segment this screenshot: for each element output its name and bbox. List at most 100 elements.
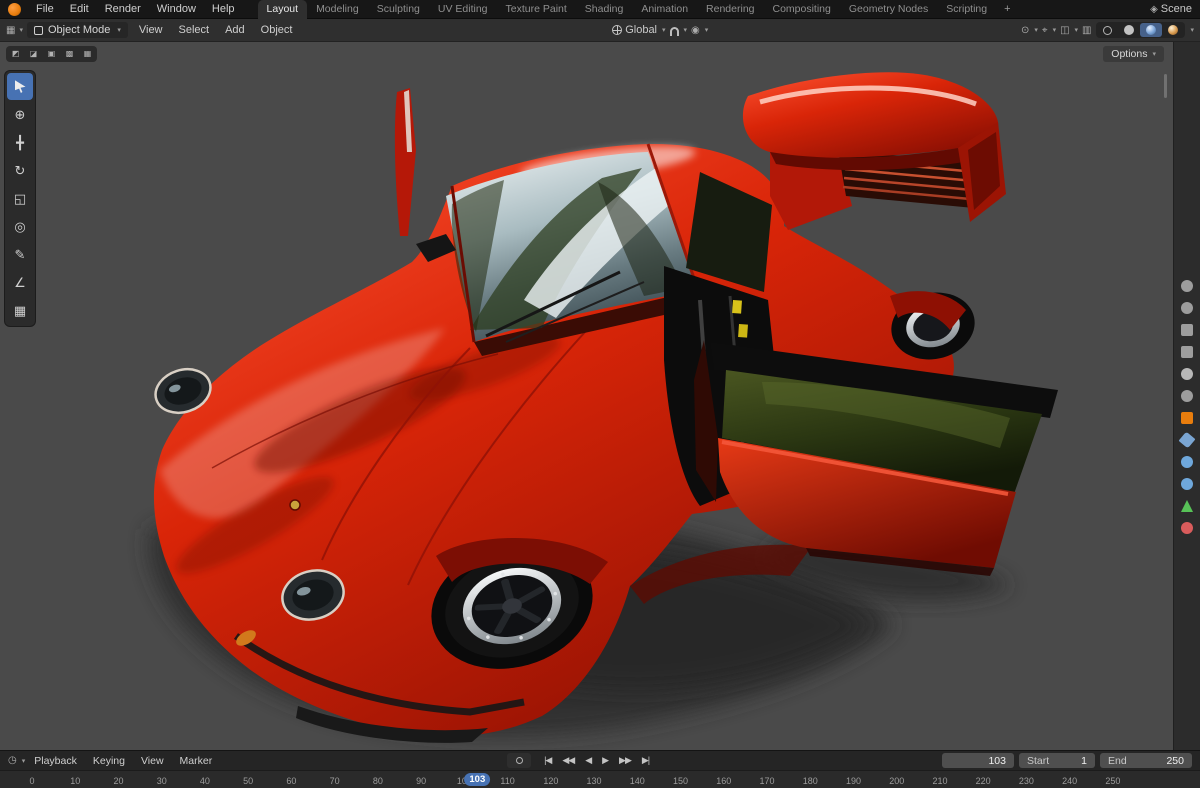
properties-tab-icon (1181, 478, 1193, 490)
viewport-menu-item[interactable]: Add (218, 21, 252, 40)
timeline-menu-item[interactable]: Playback (27, 751, 84, 770)
workspace-tab[interactable]: Layout (257, 0, 308, 19)
shading-dropdown[interactable]: ▾ (1189, 26, 1195, 34)
select-mode-toggle-4[interactable]: ▩ (61, 47, 78, 61)
tool-move[interactable]: ╋ (7, 129, 33, 156)
viewport-menu-item[interactable]: Select (172, 21, 217, 40)
workspace-tab[interactable]: UV Editing (429, 0, 497, 19)
workspace-tab[interactable]: Scripting (937, 0, 996, 19)
timeline-editor-selector[interactable]: ◷ ▾ (8, 755, 25, 766)
topbar-menu-item[interactable]: File (29, 0, 61, 19)
mode-selector[interactable]: Object Mode ▾ (26, 22, 128, 38)
solid[interactable] (1118, 23, 1140, 37)
workspace-tab[interactable]: Rendering (697, 0, 763, 19)
frame-start-field[interactable]: Start 1 (1019, 753, 1095, 768)
tool-props-tab[interactable] (1181, 280, 1193, 292)
tool-icon: ↻ (14, 162, 26, 178)
timeline-menu-item[interactable]: Marker (173, 751, 220, 770)
timeline-menu-item[interactable]: Keying (86, 751, 132, 770)
tool-add-cube[interactable]: ▦ (7, 297, 33, 324)
topbar-menu-item[interactable]: Help (205, 0, 242, 19)
tool-cursor[interactable]: ⊕ (7, 101, 33, 128)
play-button[interactable]: ▶ (597, 754, 613, 767)
properties-tab-icon (1181, 500, 1193, 512)
viewport-menus: View Select Add Object (132, 21, 300, 40)
transform-orientation-dropdown[interactable]: Global ▾ (612, 24, 666, 36)
workspace-tab[interactable]: Compositing (764, 0, 840, 19)
physics-props-tab[interactable] (1181, 478, 1193, 490)
topbar-menu-item[interactable]: Edit (63, 0, 96, 19)
tool-scale[interactable]: ◱ (7, 185, 33, 212)
current-frame-field[interactable]: 103 (942, 753, 1014, 768)
tool-select-box[interactable] (7, 73, 33, 100)
timeline-playhead[interactable]: 103 (464, 772, 491, 786)
select-mode-toggle-1[interactable]: ◩ (7, 47, 24, 61)
auto-keying-toggle[interactable] (507, 753, 532, 768)
select-mode-toggle-2[interactable]: ◪ (25, 47, 42, 61)
workspace-tab[interactable]: Geometry Nodes (840, 0, 937, 19)
timeline-menus: Playback Keying View Marker (27, 751, 219, 770)
rendered[interactable] (1162, 23, 1184, 37)
play-reverse-button[interactable]: ◀ (580, 754, 596, 767)
object-data-props-tab[interactable] (1181, 500, 1193, 512)
timeline-ruler[interactable]: 103 010203040506070809010011012013014015… (0, 770, 1200, 788)
topbar-menu-item[interactable]: Render (98, 0, 148, 19)
corner-toggles: ◩ ◪ ▣ ▩ ▦ (6, 45, 97, 62)
next-keyframe-button[interactable]: ▶▶ (614, 754, 636, 767)
ruler-tick: 50 (243, 776, 254, 786)
view-layer-props-tab[interactable] (1181, 346, 1193, 358)
3d-viewport[interactable] (0, 42, 1200, 750)
tool-icon: ✎ (14, 246, 26, 262)
proportional-edit-toggle[interactable]: ◉ ▾ (691, 25, 708, 36)
timeline-menu-item[interactable]: View (134, 751, 171, 770)
tool-annotate[interactable]: ✎ (7, 241, 33, 268)
overlays-toggle[interactable]: ◫ ▾ (1060, 25, 1078, 36)
frame-end-field[interactable]: End 250 (1100, 753, 1192, 768)
workspace-tab[interactable]: Modeling (307, 0, 368, 19)
tool-icon: ⊕ (14, 106, 26, 122)
scene-props-tab[interactable] (1181, 368, 1193, 380)
modifiers-props-tab[interactable] (1178, 431, 1196, 449)
particles-props-tab[interactable] (1181, 456, 1193, 468)
tool-rotate[interactable]: ↻ (7, 157, 33, 184)
workspace-tab[interactable]: Shading (576, 0, 633, 19)
material-props-tab[interactable] (1181, 522, 1193, 534)
jump-to-start-button[interactable]: |◀ (539, 754, 556, 767)
options-button[interactable]: Options ▾ (1103, 45, 1164, 62)
wireframe[interactable] (1097, 23, 1118, 37)
editor-type-selector[interactable]: ▦ ▾ (6, 25, 23, 36)
ruler-tick: 60 (286, 776, 297, 786)
object-props-tab[interactable] (1181, 412, 1193, 424)
workspace-tab[interactable]: Texture Paint (497, 0, 576, 19)
chevron-down-icon: ▾ (19, 27, 23, 34)
add-workspace-button[interactable]: + (996, 3, 1018, 15)
workspace-tab[interactable]: Animation (632, 0, 697, 19)
jump-to-end-button[interactable]: ▶| (637, 754, 654, 767)
tool-measure[interactable]: ∠ (7, 269, 33, 296)
gizmos-toggle[interactable]: ⌖ ▾ (1042, 25, 1056, 36)
playback-controls: |◀ ◀◀ ◀ ▶ ▶▶ ▶| (539, 754, 654, 767)
workspace-tab[interactable]: Sculpting (368, 0, 429, 19)
previous-keyframe-button[interactable]: ◀◀ (557, 754, 579, 767)
ruler-tick: 110 (500, 776, 515, 786)
xray-toggle[interactable]: ▥ (1082, 25, 1091, 36)
tool-icon: ◎ (14, 218, 26, 234)
ruler-tick: 170 (759, 776, 775, 786)
output-props-tab[interactable] (1181, 324, 1193, 336)
shading-sphere-icon (1145, 25, 1156, 35)
viewport-menu-item[interactable]: View (132, 21, 170, 40)
select-mode-toggle-3[interactable]: ▣ (43, 47, 60, 61)
topbar-menu-item[interactable]: Window (150, 0, 203, 19)
material-preview[interactable] (1139, 23, 1162, 37)
viewport-menu-item[interactable]: Object (254, 21, 300, 40)
scene-selector[interactable]: ◈ Scene (1150, 3, 1192, 15)
render-props-tab[interactable] (1181, 302, 1193, 314)
select-mode-toggle-5[interactable]: ▦ (79, 47, 96, 61)
viewport-scrollbar[interactable] (1164, 74, 1167, 98)
3d-viewport-canvas[interactable] (0, 42, 1200, 750)
tool-transform[interactable]: ◎ (7, 213, 33, 240)
world-props-tab[interactable] (1181, 390, 1193, 402)
visibility-dropdown[interactable]: ⊙ ▾ (1021, 25, 1038, 36)
snap-toggle[interactable]: ▾ (669, 25, 687, 36)
blender-logo-icon[interactable] (8, 2, 21, 16)
